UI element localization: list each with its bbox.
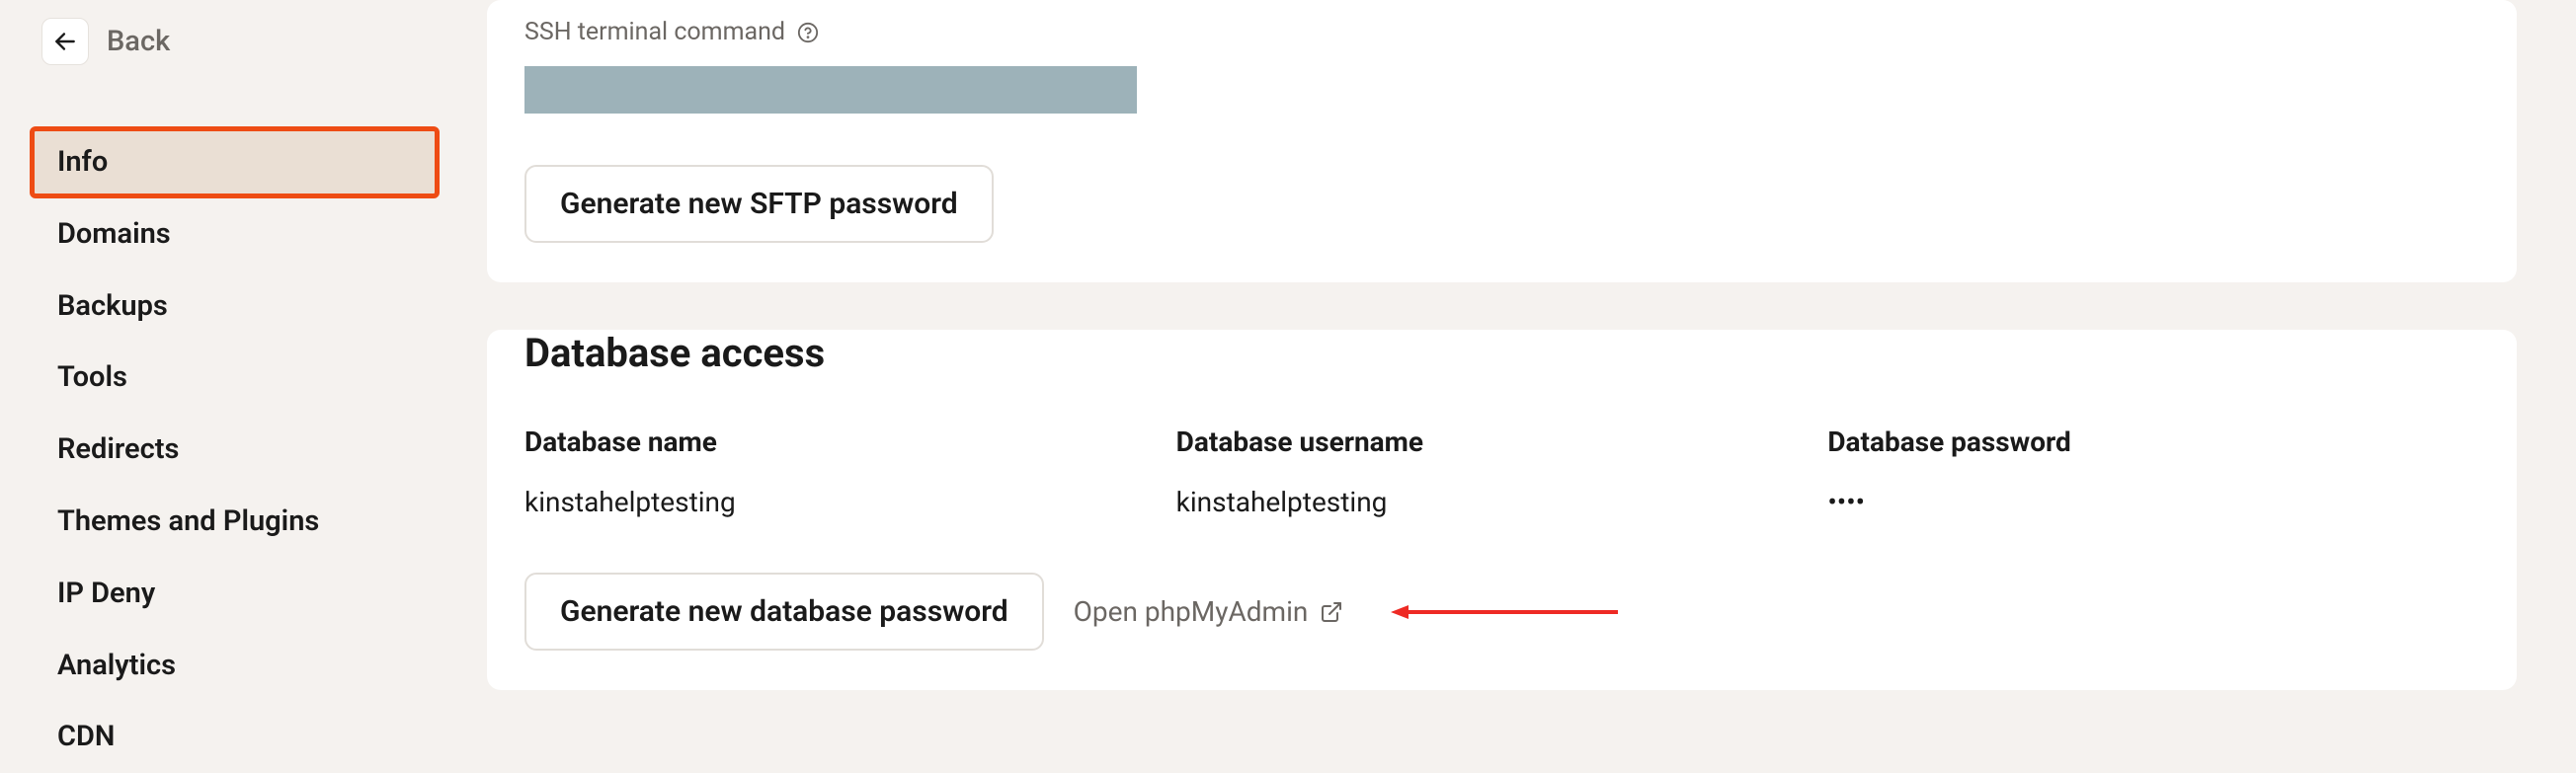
sidebar-item-redirects[interactable]: Redirects xyxy=(30,414,459,486)
generate-sftp-password-button[interactable]: Generate new SFTP password xyxy=(524,165,994,243)
open-phpmyadmin-label: Open phpMyAdmin xyxy=(1074,595,1309,628)
back-label: Back xyxy=(107,25,170,58)
generate-db-password-button[interactable]: Generate new database password xyxy=(524,573,1044,651)
database-title: Database access xyxy=(524,330,2479,376)
db-name-value: kinstahelptesting xyxy=(524,486,1176,518)
nav-list: Info Domains Backups Tools Redirects The… xyxy=(30,126,459,773)
sidebar-item-backups[interactable]: Backups xyxy=(30,271,459,343)
db-name-label: Database name xyxy=(524,425,1176,458)
sidebar: Back Info Domains Backups Tools Redirect… xyxy=(0,0,459,752)
db-name-col: Database name kinstahelptesting xyxy=(524,425,1176,518)
database-actions: Generate new database password Open phpM… xyxy=(524,573,2479,651)
sidebar-item-analytics[interactable]: Analytics xyxy=(30,630,459,702)
db-password-label: Database password xyxy=(1827,425,2479,458)
db-password-col: Database password •••• xyxy=(1827,425,2479,518)
ssh-command-redacted xyxy=(524,66,1137,114)
ssh-label: SSH terminal command xyxy=(524,18,785,46)
database-card: Database access Database name kinstahelp… xyxy=(487,330,2517,690)
db-password-value: •••• xyxy=(1827,486,2479,518)
help-icon[interactable] xyxy=(797,22,819,43)
database-grid: Database name kinstahelptesting Database… xyxy=(524,425,2479,518)
db-username-value: kinstahelptesting xyxy=(1176,486,1828,518)
sidebar-item-themes-plugins[interactable]: Themes and Plugins xyxy=(30,486,459,558)
arrow-left-icon xyxy=(52,29,78,54)
sidebar-item-cdn[interactable]: CDN xyxy=(30,701,459,773)
ssh-card: SSH terminal command Generate new SFTP p… xyxy=(487,0,2517,282)
open-phpmyadmin-link[interactable]: Open phpMyAdmin xyxy=(1074,595,1344,628)
external-link-icon xyxy=(1320,600,1343,624)
sidebar-item-ip-deny[interactable]: IP Deny xyxy=(30,558,459,630)
back-button[interactable] xyxy=(41,18,89,65)
sidebar-item-domains[interactable]: Domains xyxy=(30,198,459,271)
sidebar-item-info[interactable]: Info xyxy=(30,126,440,198)
db-username-label: Database username xyxy=(1176,425,1828,458)
back-row: Back xyxy=(30,18,459,65)
main-content: SSH terminal command Generate new SFTP p… xyxy=(459,0,2576,752)
db-username-col: Database username kinstahelptesting xyxy=(1176,425,1828,518)
arrow-annotation xyxy=(1391,600,1618,624)
sidebar-item-tools[interactable]: Tools xyxy=(30,342,459,414)
ssh-label-row: SSH terminal command xyxy=(524,18,2479,46)
